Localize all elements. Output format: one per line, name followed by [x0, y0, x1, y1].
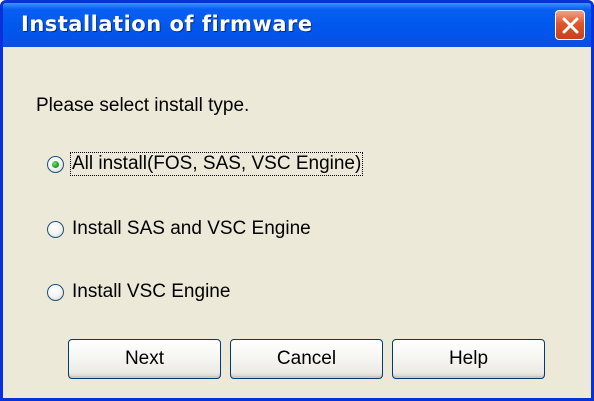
- radio-option-all-install[interactable]: All install(FOS, SAS, VSC Engine): [47, 151, 364, 177]
- cancel-button[interactable]: Cancel: [230, 339, 383, 379]
- radio-button-all-install[interactable]: [47, 155, 64, 173]
- radio-button-sas-vsc[interactable]: [47, 220, 64, 238]
- dialog-content: Please select install type. All install(…: [3, 47, 591, 398]
- close-icon: [562, 17, 579, 34]
- title-bar[interactable]: Installation of firmware: [3, 3, 591, 47]
- radio-label-sas-vsc[interactable]: Install SAS and VSC Engine: [71, 218, 312, 240]
- radio-selected-dot: [52, 160, 59, 168]
- radio-label-vsc-engine[interactable]: Install VSC Engine: [71, 281, 231, 303]
- close-button[interactable]: [555, 10, 585, 40]
- radio-label-all-install[interactable]: All install(FOS, SAS, VSC Engine): [69, 152, 364, 176]
- prompt-text: Please select install type.: [36, 95, 250, 116]
- window-title: Installation of firmware: [21, 12, 313, 36]
- next-button[interactable]: Next: [68, 339, 221, 379]
- radio-button-vsc-engine[interactable]: [47, 283, 64, 301]
- radio-option-sas-vsc[interactable]: Install SAS and VSC Engine: [47, 216, 312, 242]
- radio-option-vsc-engine[interactable]: Install VSC Engine: [47, 279, 231, 305]
- help-button[interactable]: Help: [392, 339, 545, 379]
- dialog-window: Installation of firmware Please select i…: [0, 0, 594, 401]
